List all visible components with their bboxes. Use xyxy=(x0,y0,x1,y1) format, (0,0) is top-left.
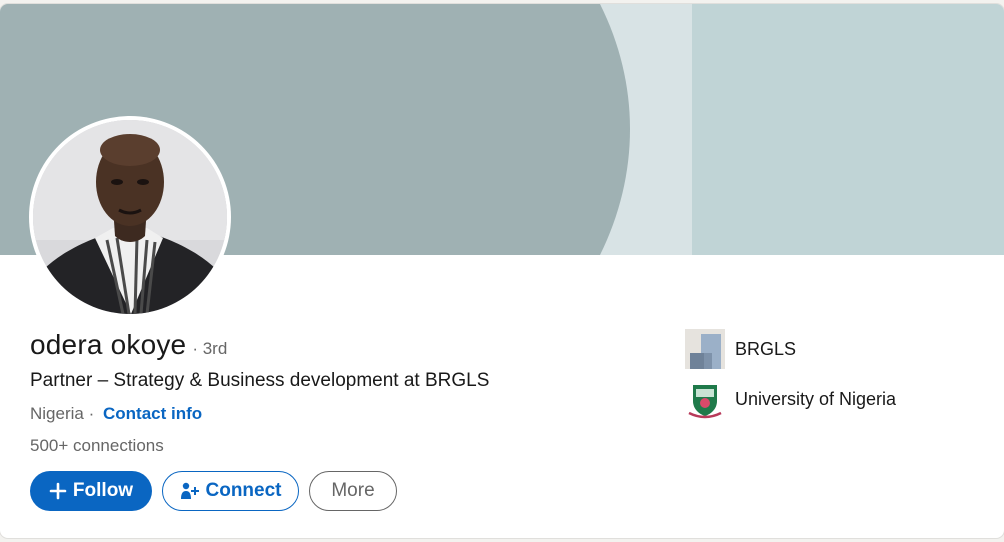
location-text: Nigeria · xyxy=(30,404,95,423)
connect-label: Connect xyxy=(205,480,282,501)
school-link[interactable]: University of Nigeria xyxy=(685,379,896,419)
profile-actions: Follow Connect More xyxy=(30,471,397,511)
follow-label: Follow xyxy=(72,480,134,501)
plus-icon xyxy=(49,482,67,500)
unn-logo xyxy=(685,379,725,419)
add-person-icon xyxy=(180,482,200,500)
profile-card: odera okoye · 3rd Partner – Strategy & B… xyxy=(0,4,1004,538)
follow-button[interactable]: Follow xyxy=(30,471,152,511)
location-row: Nigeria · Contact info xyxy=(30,404,202,424)
experience-education-summary: BRGLS University of Nigeria xyxy=(685,329,896,429)
school-name: University of Nigeria xyxy=(735,388,897,409)
connect-button[interactable]: Connect xyxy=(162,471,299,511)
contact-info-link[interactable]: Contact info xyxy=(103,404,202,423)
profile-headline: Partner – Strategy & Business developmen… xyxy=(30,370,490,391)
name-row: odera okoye · 3rd xyxy=(30,329,227,361)
avatar-image xyxy=(33,120,227,314)
brgls-logo xyxy=(685,329,725,369)
profile-photo[interactable] xyxy=(29,116,231,318)
company-name: BRGLS xyxy=(735,338,797,359)
connection-degree: · 3rd xyxy=(192,339,228,358)
more-label: More xyxy=(331,480,375,501)
current-company-link[interactable]: BRGLS xyxy=(685,329,896,369)
connections-count[interactable]: 500+ connections xyxy=(30,436,164,456)
profile-name: odera okoye xyxy=(30,329,187,360)
more-button[interactable]: More xyxy=(309,471,397,511)
